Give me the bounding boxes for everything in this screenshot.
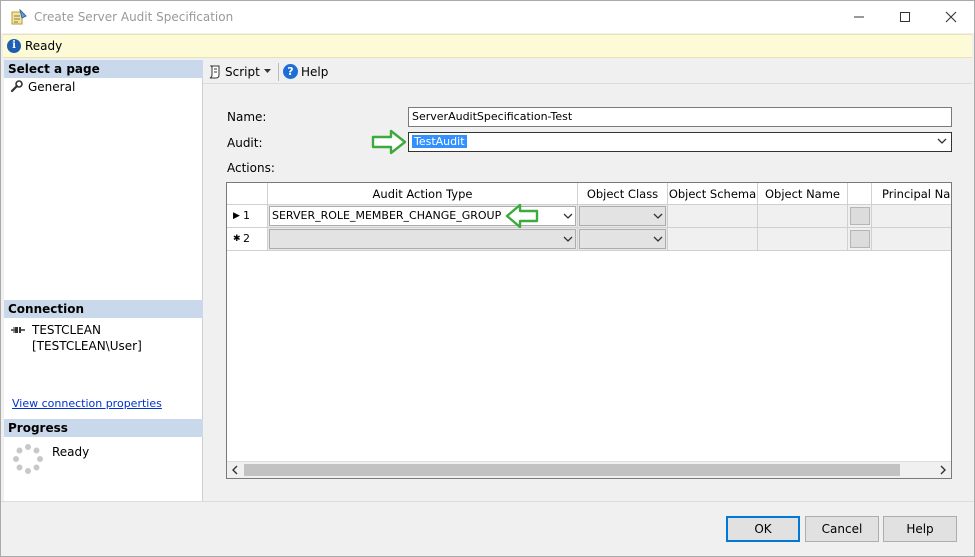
row-header-1[interactable]: ▶ 1 (227, 205, 268, 228)
object-name-cell[interactable] (758, 228, 848, 251)
row-header-2[interactable]: ✱ 2 (227, 228, 268, 251)
object-class-combobox[interactable] (578, 228, 668, 251)
scroll-left-icon[interactable] (231, 465, 238, 475)
chevron-down-icon (563, 236, 573, 242)
title-bar: Create Server Audit Specification (1, 1, 974, 33)
general-page: Script ? Help Name: ServerAuditSpecifica… (203, 60, 972, 501)
principal-name-cell[interactable] (872, 205, 951, 228)
combo-frame (269, 229, 576, 249)
progress-header: Progress (4, 419, 203, 437)
maximize-button[interactable] (882, 1, 928, 33)
current-row-marker: ▶ (233, 211, 240, 221)
audit-value: TestAudit (412, 135, 467, 148)
wrench-icon (10, 80, 23, 93)
toolbar: Script ? Help (203, 60, 972, 84)
dialog-window: Create Server Audit Specification i Read… (0, 0, 975, 557)
window-title: Create Server Audit Specification (34, 10, 234, 24)
cancel-button[interactable]: Cancel (805, 516, 879, 542)
chevron-down-icon (563, 213, 573, 219)
help-button[interactable]: Help (883, 516, 957, 542)
script-dropdown-button[interactable] (264, 63, 271, 81)
object-name-cell[interactable] (758, 205, 848, 228)
help-toolbar-label: Help (301, 65, 329, 79)
principal-name-cell[interactable] (872, 228, 951, 251)
annotation-arrow-right-icon (371, 129, 407, 155)
maximize-icon (900, 12, 910, 22)
server-connection-icon (11, 327, 25, 333)
chevron-down-icon (653, 236, 663, 242)
connection-info: TESTCLEAN [TESTCLEAN\User] (10, 322, 202, 354)
name-value: ServerAuditSpecification-Test (412, 110, 573, 123)
object-schema-cell[interactable] (668, 205, 758, 228)
page-item-label: General (28, 80, 76, 94)
grid-corner-header (227, 183, 268, 205)
browse-box (850, 230, 870, 248)
page-item-general[interactable]: General (10, 79, 75, 95)
audit-action-type-value: SERVER_ROLE_MEMBER_CHANGE_GROUP (272, 209, 502, 222)
horizontal-scrollbar[interactable] (227, 461, 951, 478)
chevron-down-icon (264, 69, 271, 73)
select-page-header: Select a page (4, 60, 203, 78)
view-connection-properties-link[interactable]: View connection properties (12, 397, 162, 410)
audit-label: Audit: (227, 136, 263, 150)
connection-value: TESTCLEAN [TESTCLEAN\User] (32, 323, 142, 353)
annotation-arrow-left-icon (505, 203, 539, 229)
help-icon: ? (283, 64, 298, 79)
row-number: 2 (243, 232, 250, 245)
object-schema-cell[interactable] (668, 228, 758, 251)
ok-button[interactable]: OK (726, 516, 800, 542)
help-toolbar-button[interactable]: ? Help (282, 63, 328, 81)
status-bar: i Ready (3, 34, 972, 58)
chevron-down-icon (653, 213, 663, 219)
connection-header: Connection (4, 300, 203, 318)
column-header-object-name[interactable]: Object Name (758, 183, 848, 205)
script-label: Script (225, 65, 260, 79)
button-bar: OK Cancel Help (1, 501, 974, 556)
close-button[interactable] (928, 1, 974, 33)
column-header-object-schema[interactable]: Object Schema (668, 183, 758, 205)
actions-grid[interactable]: Audit Action Type Object Class Object Sc… (226, 182, 952, 479)
status-text: Ready (25, 39, 63, 53)
column-header-object-class[interactable]: Object Class (578, 183, 668, 205)
object-browse-button[interactable] (848, 228, 872, 251)
chevron-down-icon (937, 138, 947, 144)
info-icon: i (7, 39, 21, 53)
column-header-ellipsis (848, 183, 872, 205)
left-pane: Select a page General Connection TESTCLE… (4, 60, 203, 501)
object-browse-button[interactable] (848, 205, 872, 228)
script-icon (209, 65, 220, 79)
name-label: Name: (227, 110, 267, 124)
browse-box (850, 207, 870, 225)
column-header-audit-action-type[interactable]: Audit Action Type (268, 183, 578, 205)
script-button[interactable]: Script (208, 63, 260, 81)
audit-combobox[interactable]: TestAudit (408, 132, 952, 152)
object-class-combobox[interactable] (578, 205, 668, 228)
close-icon (945, 11, 957, 23)
audit-spec-icon (11, 9, 27, 25)
toolbar-separator (278, 63, 279, 81)
name-input[interactable]: ServerAuditSpecification-Test (408, 107, 952, 127)
scroll-right-icon[interactable] (940, 465, 947, 475)
progress-status: Ready (52, 445, 90, 459)
minimize-button[interactable] (836, 1, 882, 33)
minimize-icon (854, 16, 864, 18)
actions-label: Actions: (227, 161, 275, 175)
column-header-principal-name[interactable]: Principal Name (872, 183, 951, 205)
row-number: 1 (243, 209, 250, 222)
new-row-marker: ✱ (233, 234, 241, 244)
scrollbar-thumb[interactable] (244, 464, 900, 476)
progress-spinner-icon (13, 444, 43, 474)
audit-action-type-combobox[interactable] (268, 228, 578, 251)
